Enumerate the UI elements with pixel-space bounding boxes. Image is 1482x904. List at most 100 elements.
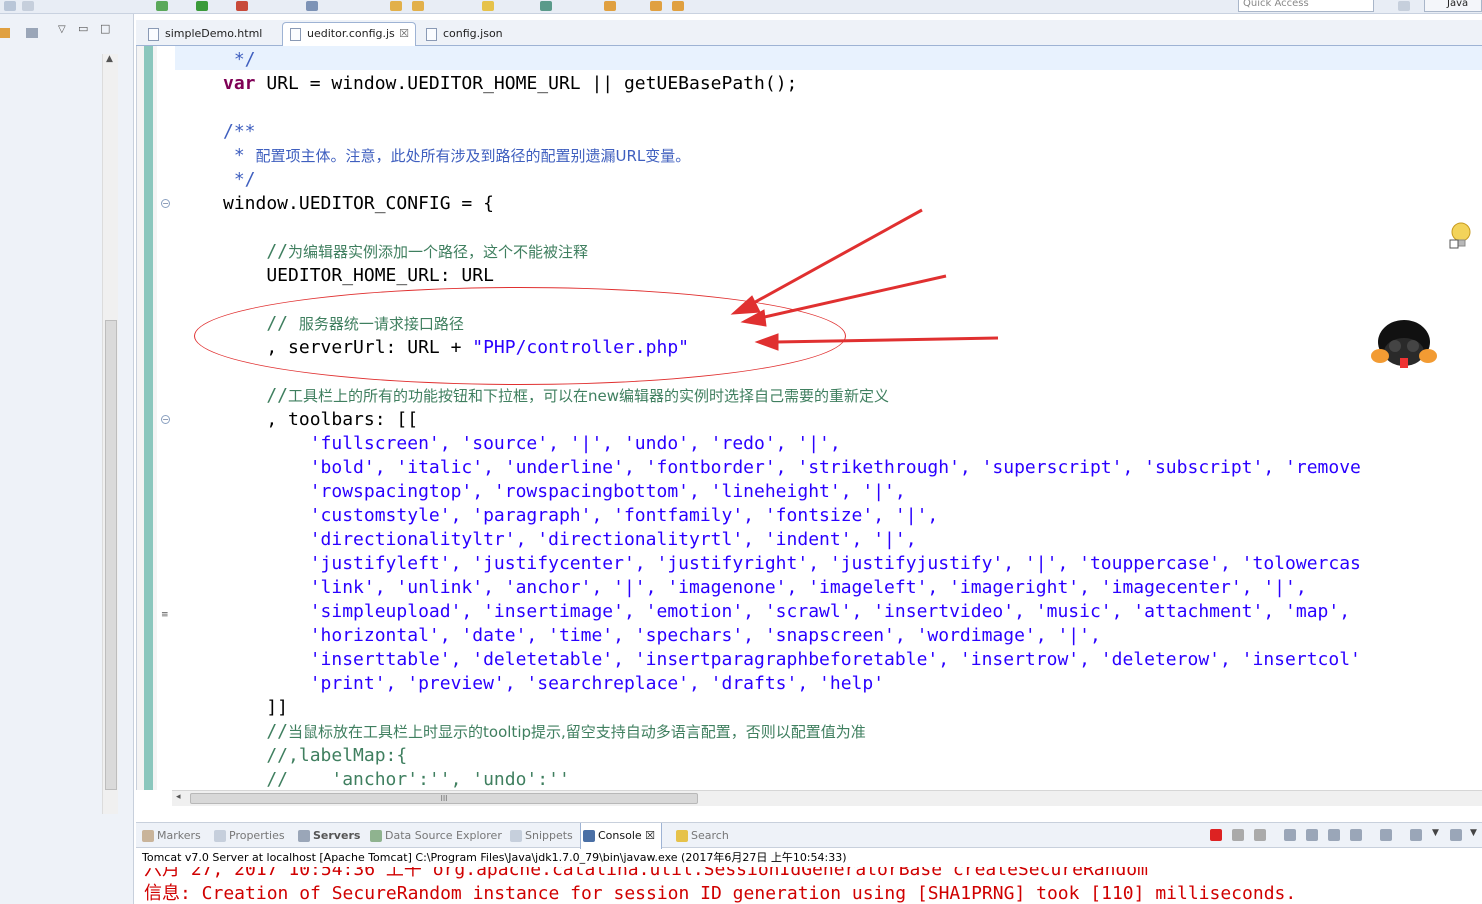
- scroll-up-icon[interactable]: ▲: [106, 54, 113, 64]
- code-text: UEDITOR_HOME_URL: URL: [223, 265, 494, 286]
- code-line: 'simpleupload', 'insertimage', 'emotion'…: [223, 600, 1350, 624]
- tab-label: Markers: [157, 829, 201, 842]
- tab-label: Snippets: [525, 829, 573, 842]
- word-wrap-icon[interactable]: [1328, 829, 1340, 841]
- remove-all-icon[interactable]: [1254, 829, 1266, 841]
- code-line: 'print', 'preview', 'searchreplace', 'dr…: [223, 672, 884, 696]
- scrollbar-thumb[interactable]: [105, 320, 117, 790]
- code-line: 'rowspacingtop', 'rowspacingbottom', 'li…: [223, 480, 906, 504]
- link-with-editor-icon[interactable]: [0, 28, 10, 38]
- code-text: ]]: [223, 697, 289, 718]
- view-menu-icon[interactable]: ▽: [58, 24, 66, 35]
- tab-label: ueditor.config.js: [307, 27, 395, 40]
- tab-data-source-explorer[interactable]: Data Source Explorer: [368, 823, 502, 849]
- scroll-lock-icon[interactable]: [1306, 829, 1318, 841]
- tab-search[interactable]: Search: [674, 823, 729, 849]
- html-file-icon: [148, 28, 159, 41]
- console-icon: [583, 830, 595, 842]
- search-icon[interactable]: [482, 1, 494, 11]
- comment: //,labelMap:{: [223, 745, 408, 766]
- lightbulb-icon[interactable]: [1448, 222, 1472, 250]
- string-literal: 'simpleupload', 'insertimage', 'emotion'…: [223, 601, 1351, 622]
- tab-markers[interactable]: Markers: [140, 823, 201, 849]
- editor-horizontal-scrollbar[interactable]: ◂ III: [172, 790, 1482, 806]
- close-tab-icon[interactable]: ☒: [399, 23, 409, 45]
- package-explorer-scrollbar[interactable]: ▲: [102, 54, 118, 814]
- code-line: , toolbars: [[: [223, 408, 418, 432]
- scrollbar-grip: III: [440, 794, 448, 803]
- chevron-down-icon[interactable]: ▼: [1470, 828, 1477, 838]
- code-editor[interactable]: − − ≡ */ var URL = window.UEDITOR_HOME_U…: [136, 46, 1482, 790]
- forward-icon[interactable]: [650, 1, 662, 11]
- comment: *: [223, 145, 256, 166]
- mascot-icon: [1371, 320, 1437, 368]
- save-icon[interactable]: [22, 1, 34, 11]
- string-literal: 'horizontal', 'date', 'time', 'spechars'…: [223, 625, 1101, 646]
- java-perspective-button[interactable]: Java: [1424, 0, 1482, 12]
- servers-icon: [298, 830, 310, 842]
- console-toolbar: ▼ ▼: [1206, 828, 1482, 844]
- open-type-icon[interactable]: [412, 1, 424, 11]
- console-line: 信息: Creation of SecureRandom instance fo…: [144, 883, 1297, 904]
- tab-console[interactable]: Console ☒: [580, 823, 663, 849]
- code-text: window.UEDITOR_CONFIG = {: [223, 193, 494, 214]
- open-folder-icon[interactable]: [390, 1, 402, 11]
- string-literal: 'print', 'preview', 'searchreplace', 'dr…: [223, 673, 885, 694]
- comment: // 'anchor':'', 'undo':'': [223, 769, 570, 790]
- show-on-output-icon[interactable]: [1350, 829, 1362, 841]
- code-line: 'customstyle', 'paragraph', 'fontfamily'…: [223, 504, 939, 528]
- external-tools-icon[interactable]: [236, 1, 248, 11]
- comment: //: [223, 721, 289, 742]
- code-line: //工具栏上的所有的功能按钮和下拉框，可以在new编辑器的实例时选择自己需要的重…: [223, 384, 889, 408]
- quick-access-input[interactable]: Quick Access: [1238, 0, 1374, 12]
- scrollbar-thumb[interactable]: III: [190, 793, 698, 804]
- maximize-icon[interactable]: □: [100, 22, 110, 35]
- code-line: 'directionalityltr', 'directionalityrtl'…: [223, 528, 917, 552]
- code-line: ]]: [223, 696, 288, 720]
- tab-properties[interactable]: Properties: [212, 823, 285, 849]
- tab-snippets[interactable]: Snippets: [508, 823, 573, 849]
- tab-simpledemo-html[interactable]: simpleDemo.html: [140, 22, 280, 46]
- close-tab-icon[interactable]: ☒: [645, 829, 655, 842]
- comment-text: 配置项主体。注意，此处所有涉及到路径的配置别遗漏URL变量。: [255, 147, 691, 165]
- back-icon[interactable]: [604, 1, 616, 11]
- code-line: 'fullscreen', 'source', '|', 'undo', 're…: [223, 432, 841, 456]
- terminate-icon[interactable]: [1210, 829, 1222, 841]
- tab-label: Console: [598, 829, 642, 842]
- new-server-icon[interactable]: [306, 1, 318, 11]
- remove-launch-icon[interactable]: [1232, 829, 1244, 841]
- editor-tab-bar: simpleDemo.html ueditor.config.js ☒ conf…: [136, 20, 1482, 46]
- collapse-all-icon[interactable]: [26, 28, 38, 38]
- debug-icon[interactable]: [156, 1, 168, 11]
- markers-icon: [142, 830, 154, 842]
- pin-console-icon[interactable]: [1380, 829, 1392, 841]
- display-console-icon[interactable]: [1410, 829, 1422, 841]
- fold-collapse-icon[interactable]: −: [161, 199, 170, 208]
- run-icon[interactable]: [196, 1, 208, 11]
- tab-servers[interactable]: Servers: [296, 823, 360, 849]
- snippets-icon: [510, 830, 522, 842]
- open-perspective-icon[interactable]: [1398, 1, 1410, 11]
- history-icon[interactable]: [672, 1, 684, 11]
- code-line: UEDITOR_HOME_URL: URL: [223, 264, 494, 288]
- data-source-icon: [370, 830, 382, 842]
- new-icon[interactable]: [4, 1, 16, 11]
- annotation-nav-icon[interactable]: [540, 1, 552, 11]
- tab-ueditor-config-js[interactable]: ueditor.config.js ☒: [282, 22, 416, 46]
- tab-config-json[interactable]: config.json: [418, 22, 518, 46]
- fold-collapse-icon[interactable]: −: [161, 415, 170, 424]
- clear-console-icon[interactable]: [1284, 829, 1296, 841]
- code-line: //当鼠标放在工具栏上时显示的tooltip提示,留空支持自动多语言配置，否则以…: [223, 720, 865, 744]
- code-line: //,labelMap:{: [223, 744, 407, 768]
- comment: */: [223, 169, 256, 190]
- minimize-icon[interactable]: ▭: [78, 22, 88, 35]
- tab-label: Data Source Explorer: [385, 829, 502, 842]
- console-output[interactable]: 六月 27, 2017 10:54:36 上午 org.apache.catal…: [136, 867, 1482, 904]
- chevron-down-icon[interactable]: ▼: [1432, 828, 1439, 838]
- code-line: 'justifyleft', 'justifycenter', 'justify…: [223, 552, 1361, 576]
- scroll-left-icon[interactable]: ◂: [176, 792, 181, 802]
- code-line: // 'anchor':'', 'undo':'': [223, 768, 570, 790]
- comment: //: [223, 241, 289, 262]
- fold-marker-icon[interactable]: ≡: [161, 610, 169, 620]
- open-console-icon[interactable]: [1450, 829, 1462, 841]
